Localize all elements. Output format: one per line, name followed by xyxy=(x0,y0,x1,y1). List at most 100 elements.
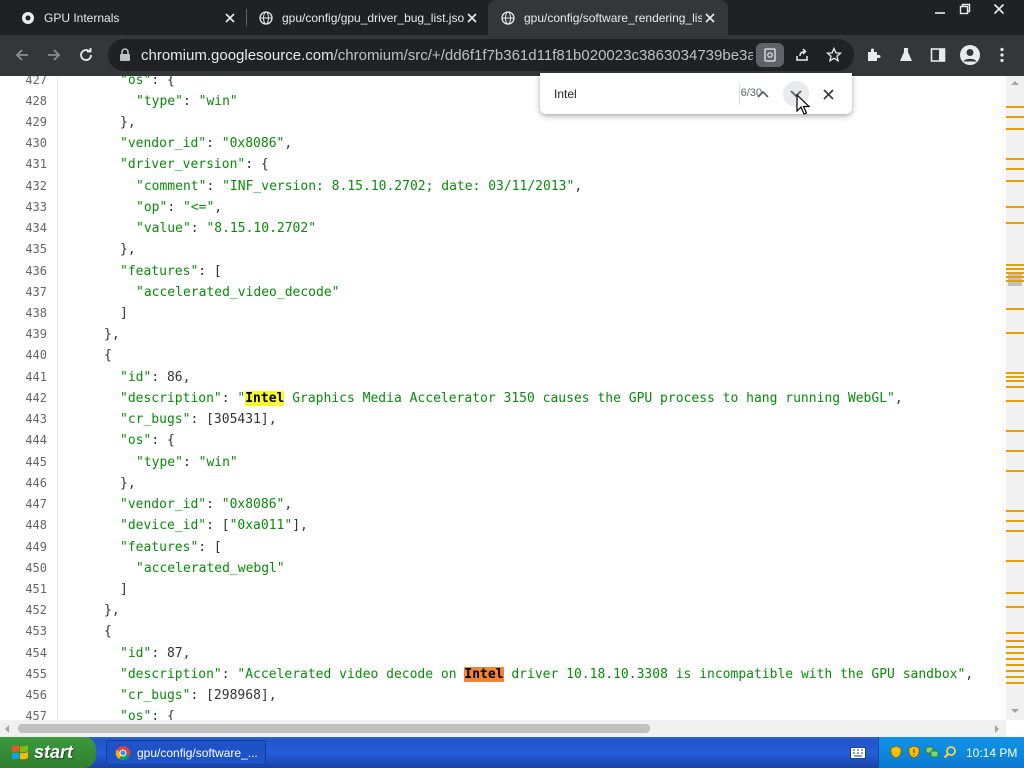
line-number: 434 xyxy=(25,221,47,236)
line-number: 455 xyxy=(25,666,47,681)
reload-icon[interactable] xyxy=(70,39,102,71)
search-magnifier-icon[interactable] xyxy=(943,745,957,759)
search-match-marker xyxy=(1006,180,1024,182)
line-number: 428 xyxy=(25,93,47,108)
scroll-down-arrow-icon[interactable] xyxy=(1010,708,1020,714)
url-host: chromium.googlesource.com xyxy=(141,46,334,64)
lab-flask-icon[interactable] xyxy=(890,39,922,71)
line-number: 431 xyxy=(25,157,47,172)
search-match-marker xyxy=(1006,430,1024,432)
line-number: 444 xyxy=(25,433,47,448)
tab-software-rendering-list[interactable]: gpu/config/software_rendering_list.json xyxy=(488,0,728,35)
find-in-page-icon[interactable] xyxy=(756,43,784,67)
vertical-scroll-thumb[interactable] xyxy=(1008,272,1022,286)
code-line: "type": "win" xyxy=(136,93,238,109)
search-match-marker xyxy=(1006,592,1024,594)
code-line: }, xyxy=(120,242,136,258)
bookmark-star-icon[interactable] xyxy=(820,43,848,67)
back-arrow-icon[interactable] xyxy=(6,39,38,71)
line-number-gutter: 427 428 429 430 431 432 433 434 435 436 437 438 439 4… xyxy=(0,76,58,720)
tab-title: gpu/config/gpu_driver_bug_list.json xyxy=(282,10,464,25)
close-tab-icon[interactable] xyxy=(464,10,480,26)
code-line: { xyxy=(104,624,112,640)
search-match-marker xyxy=(1006,640,1024,642)
search-match: Intel xyxy=(245,390,285,406)
code-line: "id": 86, xyxy=(120,369,191,385)
horizontal-scrollbar[interactable] xyxy=(0,720,1006,737)
code-line: }, xyxy=(120,114,136,130)
close-tab-icon[interactable] xyxy=(702,10,718,26)
code-line: { xyxy=(104,348,112,364)
code-line: "features": [ xyxy=(120,539,222,555)
taskbar-window-button[interactable]: gpu/config/software_... xyxy=(106,740,266,765)
search-match-marker xyxy=(1006,158,1024,160)
line-number: 450 xyxy=(25,560,47,575)
search-match-marker xyxy=(1006,658,1024,660)
find-previous-chevron-up-icon[interactable] xyxy=(750,81,776,107)
search-match-marker xyxy=(1006,520,1024,522)
chrome-icon xyxy=(115,745,130,760)
scroll-right-arrow-icon[interactable] xyxy=(994,724,1000,734)
line-number: 429 xyxy=(25,114,47,129)
search-match-marker xyxy=(1006,276,1024,278)
tab-title: gpu/config/software_rendering_list.json xyxy=(524,10,702,25)
url-text[interactable]: chromium.googlesource.com/chromium/src/+… xyxy=(141,47,753,64)
search-match-marker xyxy=(1006,646,1024,648)
scroll-up-arrow-icon[interactable] xyxy=(1010,80,1020,86)
code-line: "value": "8.15.10.2702" xyxy=(136,221,317,237)
code-line: "op": "<=", xyxy=(136,199,223,215)
search-match-marker xyxy=(1006,632,1024,634)
find-input[interactable] xyxy=(554,85,694,103)
search-match-marker xyxy=(1006,670,1024,672)
share-icon[interactable] xyxy=(788,43,816,67)
active-search-match: Intel xyxy=(464,666,504,682)
page-content: 427 428 429 430 431 432 433 434 435 436 437 438 439 4… xyxy=(0,76,1006,720)
extensions-puzzle-icon[interactable] xyxy=(858,39,890,71)
security-shield-icon[interactable] xyxy=(889,745,903,759)
keyboard-icon[interactable] xyxy=(850,747,866,759)
close-window-icon[interactable] xyxy=(984,0,1014,18)
menu-kebab-icon[interactable] xyxy=(986,39,1018,71)
line-number: 446 xyxy=(25,475,47,490)
code-line: }, xyxy=(104,327,120,343)
tab-gpu-driver-bug-list[interactable]: gpu/config/gpu_driver_bug_list.json xyxy=(238,0,488,35)
horizontal-scroll-thumb[interactable] xyxy=(18,724,650,733)
line-number: 441 xyxy=(25,369,47,384)
tab-gpu-internals[interactable]: GPU Internals xyxy=(0,0,246,35)
code-line: "features": [ xyxy=(120,263,222,279)
address-bar[interactable]: chromium.googlesource.com/chromium/src/+… xyxy=(108,39,854,71)
search-match-marker xyxy=(1006,664,1024,666)
search-match-marker xyxy=(1006,676,1024,678)
vertical-scrollbar[interactable] xyxy=(1006,76,1024,720)
code-line: "driver_version": { xyxy=(120,157,269,173)
scroll-left-arrow-icon[interactable] xyxy=(4,724,10,734)
taskbar-window-title: gpu/config/software_... xyxy=(137,745,258,760)
code-line: "accelerated_video_decode" xyxy=(136,284,340,300)
mouse-cursor-icon xyxy=(796,94,810,115)
code-line: "description": "Accelerated video decode… xyxy=(120,666,974,682)
line-number: 452 xyxy=(25,603,47,618)
search-match-marker xyxy=(1006,400,1024,402)
find-close-icon[interactable] xyxy=(815,81,841,107)
globe-favicon-icon xyxy=(500,10,516,26)
close-tab-icon[interactable] xyxy=(222,10,238,26)
restore-window-icon[interactable] xyxy=(950,0,980,18)
search-match-marker xyxy=(1006,386,1024,388)
side-panel-icon[interactable] xyxy=(922,39,954,71)
warning-shield-icon[interactable] xyxy=(907,745,921,759)
start-button[interactable]: start xyxy=(0,737,96,768)
forward-arrow-icon[interactable] xyxy=(38,39,70,71)
code-line: ] xyxy=(120,582,128,598)
network-icon[interactable] xyxy=(925,745,939,759)
line-number: 439 xyxy=(25,327,47,342)
line-number: 438 xyxy=(25,306,47,321)
code-line: "cr_bugs": [298968], xyxy=(120,688,277,704)
code-line: }, xyxy=(120,475,136,491)
search-match-marker xyxy=(1006,280,1024,282)
lock-icon[interactable] xyxy=(117,47,133,63)
browser-toolbar: chromium.googlesource.com/chromium/src/+… xyxy=(0,35,1024,76)
line-number: 427 xyxy=(25,76,47,87)
code-line: ] xyxy=(120,306,128,322)
profile-avatar-icon[interactable] xyxy=(954,39,986,71)
code-line: "vendor_id": "0x8086", xyxy=(120,136,293,152)
